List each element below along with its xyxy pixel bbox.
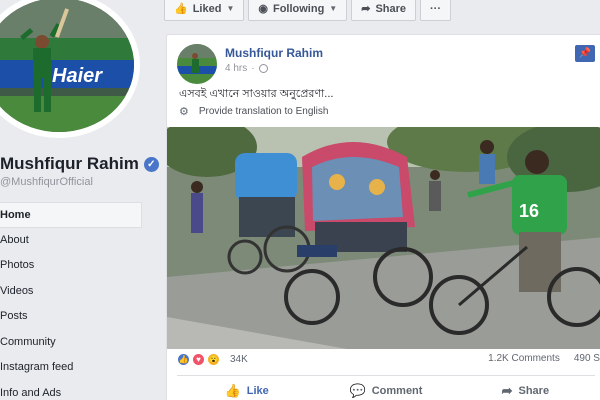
comment-label: Comment xyxy=(371,384,423,397)
like-reaction-icon: 👍 xyxy=(177,353,190,366)
post-actions: 👍 Like 💬 Comment ➦ Share xyxy=(177,375,595,400)
more-options-button[interactable]: ··· xyxy=(420,0,452,21)
post-timestamp: 4 hrs · xyxy=(225,63,268,74)
post-avatar-image xyxy=(177,44,217,84)
nav-item-community[interactable]: Community xyxy=(0,330,142,356)
liked-button[interactable]: 👍 Liked ▼ xyxy=(164,0,245,21)
pin-icon[interactable]: 📌 xyxy=(575,45,595,62)
post-card: Mushfiqur Rahim 4 hrs · 📌 এসবই এখানে সাও… xyxy=(166,34,600,400)
share-button[interactable]: ➦ Share xyxy=(456,376,595,400)
reaction-count[interactable]: 34K xyxy=(230,354,248,365)
love-reaction-icon: ♥ xyxy=(192,353,205,366)
following-label: Following xyxy=(272,2,325,15)
nav-item-photos[interactable]: Photos xyxy=(0,253,142,279)
page-handle[interactable]: @MushfiqurOfficial xyxy=(0,176,93,188)
page-title[interactable]: Mushfiqur Rahim ✓ xyxy=(0,154,159,174)
profile-photo-image: Haier xyxy=(0,0,134,132)
verified-badge-icon: ✓ xyxy=(143,156,159,172)
separator-dot: · xyxy=(251,63,255,74)
post-author-avatar[interactable] xyxy=(177,44,217,84)
comment-button[interactable]: 💬 Comment xyxy=(316,376,455,400)
share-arrow-icon: ➦ xyxy=(361,3,371,15)
translation-link[interactable]: ⚙ Provide translation to English xyxy=(179,105,328,118)
chevron-down-icon: ▼ xyxy=(226,4,235,13)
rss-icon: ◉ xyxy=(258,3,268,15)
translate-label[interactable]: Provide translation to English xyxy=(199,106,329,117)
post-time-text[interactable]: 4 hrs xyxy=(225,63,247,74)
following-button[interactable]: ◉ Following ▼ xyxy=(248,0,348,21)
nav-item-about[interactable]: About xyxy=(0,228,142,254)
street-rickshaw-photo: 16 xyxy=(167,127,600,349)
more-label: ··· xyxy=(430,2,442,15)
share-action-label: Share xyxy=(518,384,550,397)
like-button[interactable]: 👍 Like xyxy=(177,376,316,400)
share-page-button[interactable]: ➦ Share xyxy=(351,0,417,21)
thumbs-up-icon: 👍 xyxy=(174,3,188,15)
chevron-down-icon: ▼ xyxy=(329,4,338,13)
page-sidebar: Haier Mushfiqur Rahim ✓ @MushfiqurOffici… xyxy=(0,0,159,400)
post-author-name[interactable]: Mushfiqur Rahim xyxy=(225,46,323,60)
like-label: Like xyxy=(246,384,269,397)
nav-item-home[interactable]: Home xyxy=(0,202,142,228)
reactions-summary[interactable]: 👍 ♥ 😮 34K xyxy=(177,353,248,366)
comment-count[interactable]: 1.2K Comments xyxy=(488,353,560,364)
share-arrow-icon: ➦ xyxy=(501,382,513,398)
svg-text:16: 16 xyxy=(519,201,539,221)
post-stats: 1.2K Comments 490 Shares xyxy=(488,353,600,364)
speech-bubble-icon: 💬 xyxy=(349,382,366,398)
page-nav: Home About Photos Videos Posts Community… xyxy=(0,202,142,400)
share-count[interactable]: 490 Shares xyxy=(574,353,600,364)
share-label: Share xyxy=(375,2,407,15)
page-action-bar: 👍 Liked ▼ ◉ Following ▼ ➦ Share ··· xyxy=(164,0,452,21)
nav-item-videos[interactable]: Videos xyxy=(0,279,142,305)
nav-item-instagram-feed[interactable]: Instagram feed xyxy=(0,355,142,381)
globe-icon xyxy=(258,64,268,73)
profile-picture[interactable]: Haier xyxy=(0,0,134,132)
gear-icon: ⚙ xyxy=(179,106,189,118)
post-photo[interactable]: 16 xyxy=(167,127,600,349)
profile-picture-frame[interactable]: Haier xyxy=(0,0,140,138)
page-name-text[interactable]: Mushfiqur Rahim xyxy=(0,154,139,174)
nav-item-posts[interactable]: Posts xyxy=(0,304,142,330)
svg-text:Haier: Haier xyxy=(52,65,103,87)
thumbs-up-icon: 👍 xyxy=(224,382,241,398)
liked-label: Liked xyxy=(192,2,222,15)
nav-item-info-and-ads[interactable]: Info and Ads xyxy=(0,381,142,400)
wow-reaction-icon: 😮 xyxy=(207,353,220,366)
post-text: এসবই এখানে সাওয়ার অনুপ্রেরণা... xyxy=(179,88,334,100)
